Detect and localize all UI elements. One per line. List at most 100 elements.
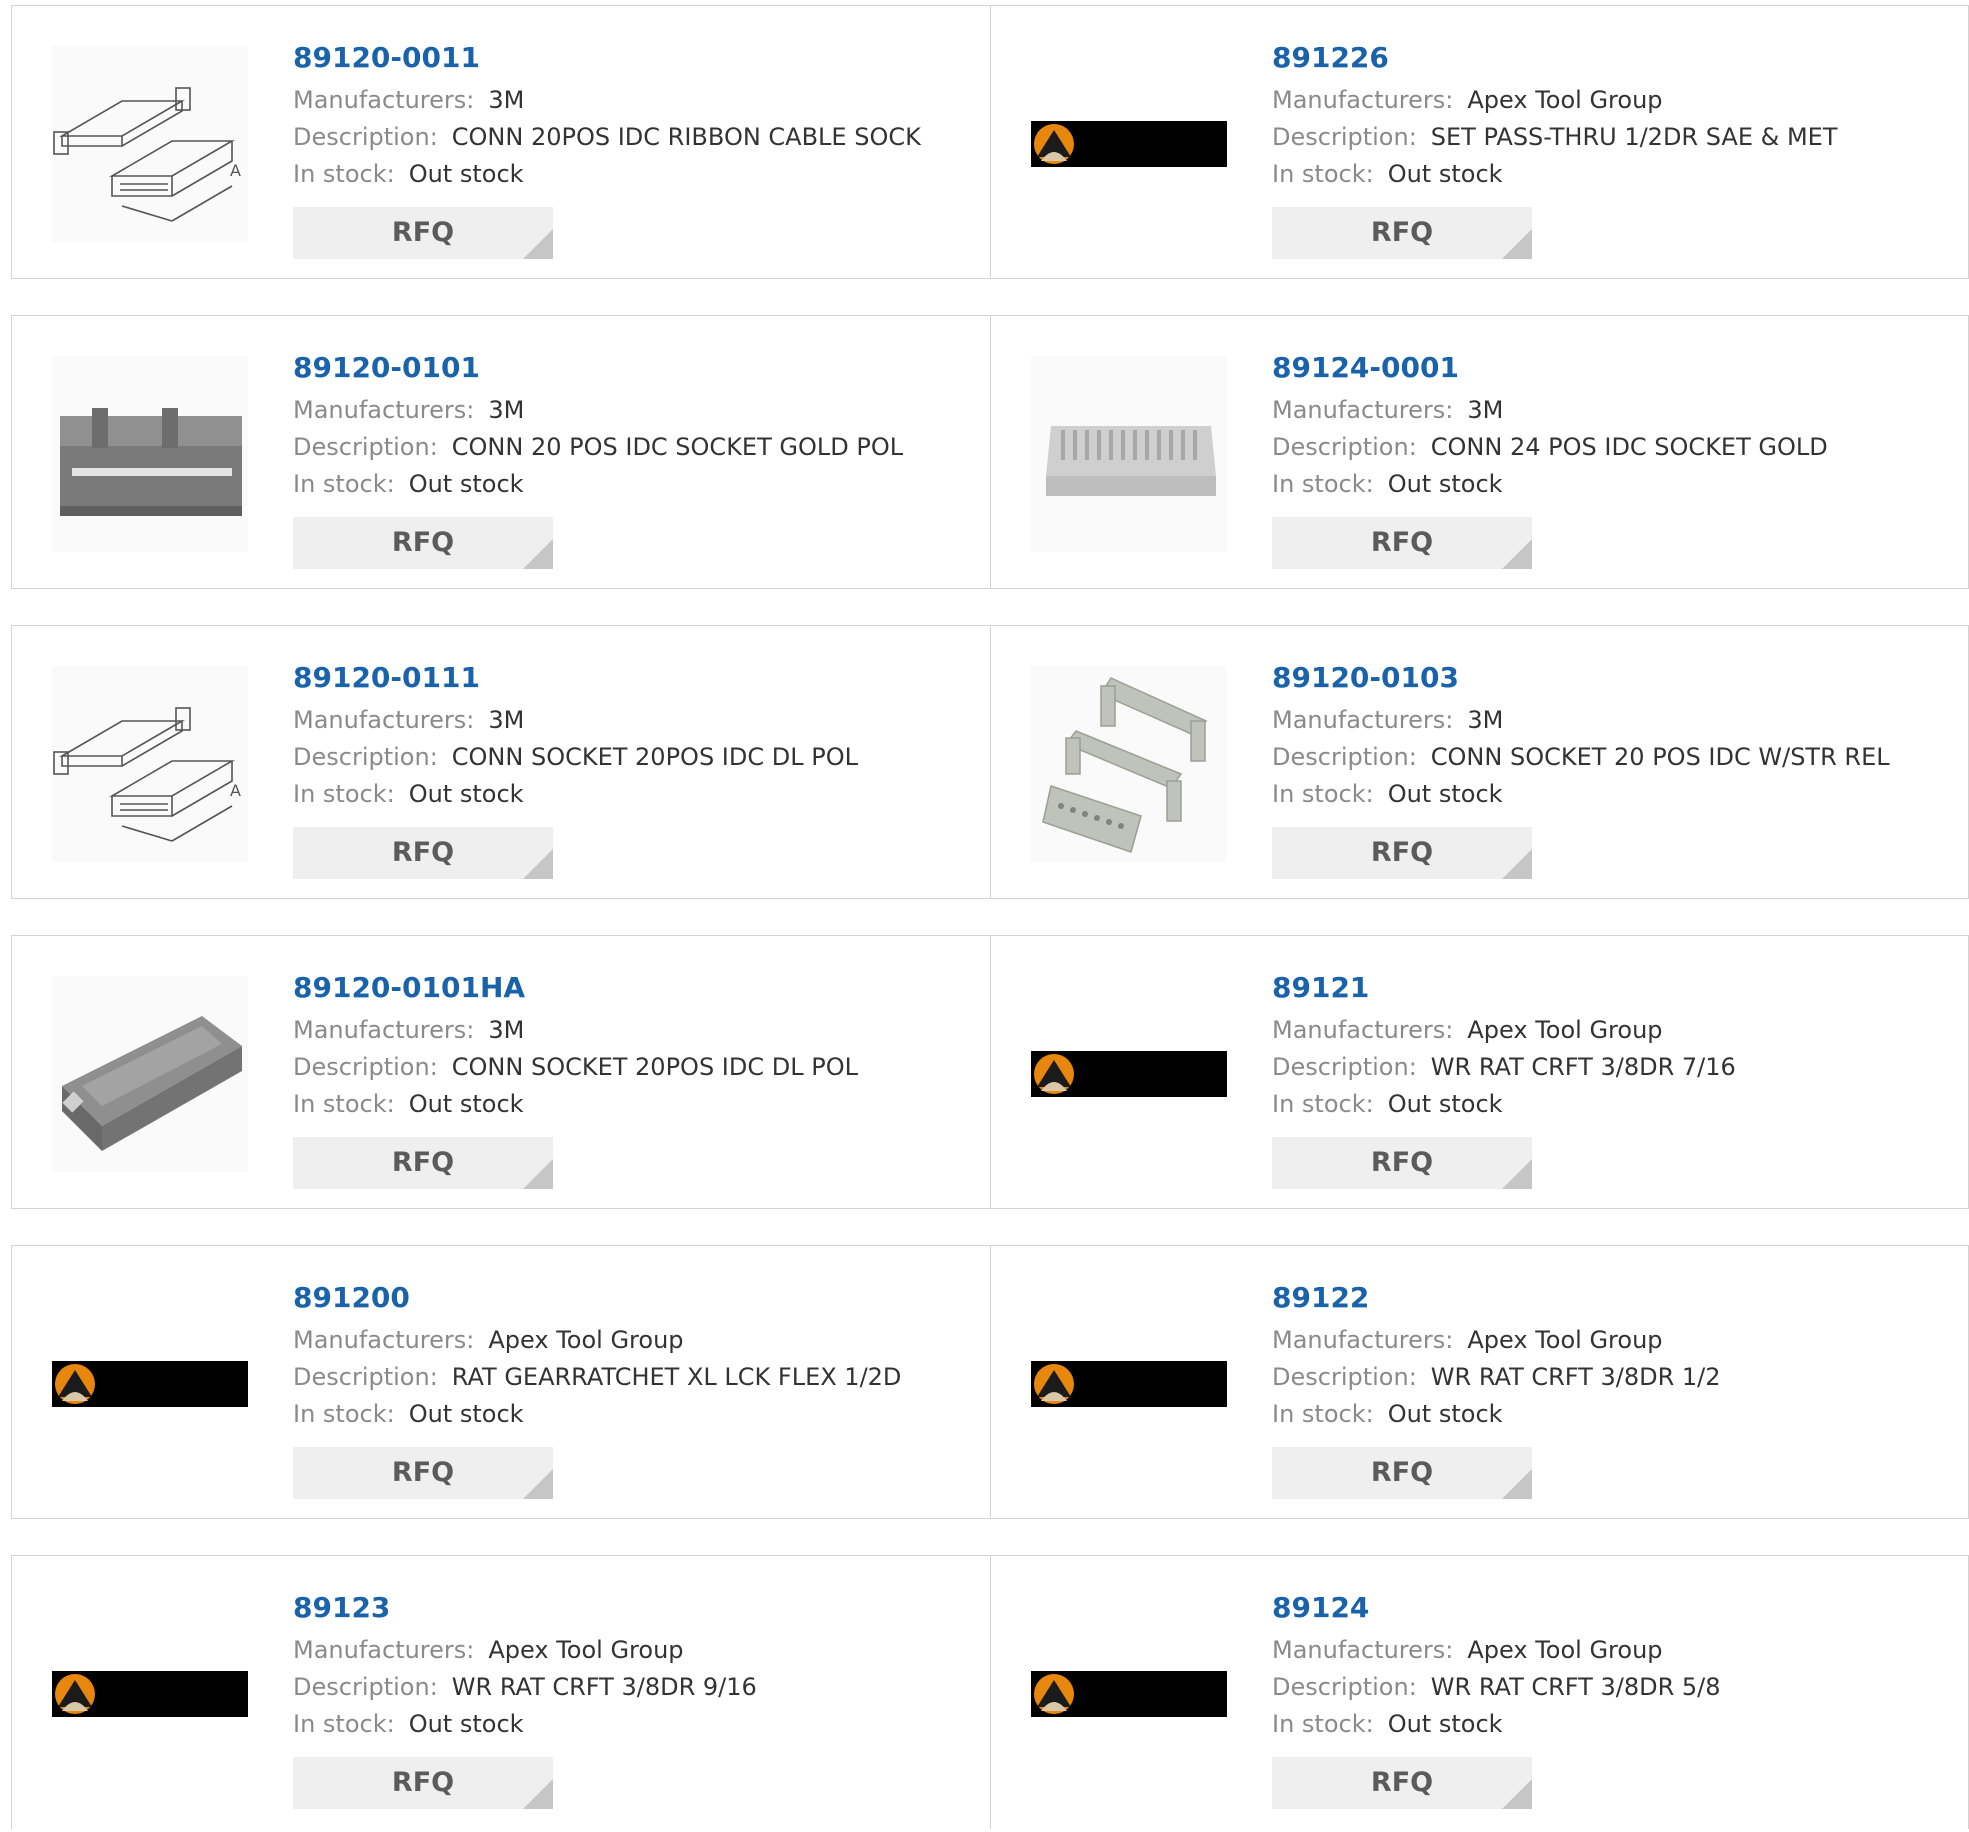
description-value: WR RAT CRFT 3/8DR 5/8 [1430,1673,1721,1701]
product-info: 89120-0111 Manufacturers: 3M Description: CO… [293,658,970,879]
rfq-label: RFQ [1370,837,1434,868]
part-number-link[interactable]: 891226 [1272,38,1949,78]
part-number-link[interactable]: 89122 [1272,1278,1949,1318]
stock-value: Out stock [1387,1400,1503,1428]
product-row: 891200 Manufacturers: Apex Tool Group Descr… [11,1245,1969,1519]
rfq-label: RFQ [391,217,455,248]
stock-line: In stock: Out stock [293,776,970,813]
manufacturer-line: Manufacturers: Apex Tool Group [293,1322,970,1359]
product-image[interactable] [52,666,248,862]
manufacturer-value: Apex Tool Group [1467,86,1663,114]
product-image[interactable] [1031,976,1227,1172]
description-line: Description: RAT GEARRATCHET XL LCK FLEX … [293,1359,970,1396]
rfq-button[interactable]: RFQ [1272,517,1532,569]
description-value: WR RAT CRFT 3/8DR 1/2 [1430,1363,1721,1391]
product-info: 89124 Manufacturers: Apex Tool Group Descri… [1272,1588,1949,1809]
corner-triangle-icon [1502,229,1532,259]
rfq-button[interactable]: RFQ [293,517,553,569]
stock-value: Out stock [408,160,524,188]
part-number-link[interactable]: 89120-0111 [293,658,970,698]
rfq-label: RFQ [391,1147,455,1178]
rfq-button[interactable]: RFQ [293,1757,553,1809]
product-image[interactable] [52,1596,248,1792]
manufacturer-value: Apex Tool Group [1467,1326,1663,1354]
product-image[interactable] [1031,356,1227,552]
rfq-button[interactable]: RFQ [1272,1757,1532,1809]
manufacturer-value: 3M [488,1016,525,1044]
description-label: Description: [293,1363,438,1391]
product-image[interactable] [52,356,248,552]
corner-triangle-icon [1502,849,1532,879]
manufacturer-label: Manufacturers: [293,86,475,114]
rfq-label: RFQ [391,1767,455,1798]
description-label: Description: [1272,123,1417,151]
description-line: Description: WR RAT CRFT 3/8DR 9/16 [293,1669,970,1706]
part-number-link[interactable]: 89120-0011 [293,38,970,78]
stock-line: In stock: Out stock [1272,1706,1949,1743]
rfq-label: RFQ [391,527,455,558]
description-line: Description: CONN SOCKET 20POS IDC DL POL [293,739,970,776]
manufacturer-line: Manufacturers: Apex Tool Group [1272,1012,1949,1049]
stock-label: In stock: [1272,160,1374,188]
product-image[interactable] [52,46,248,242]
stock-label: In stock: [1272,1710,1374,1738]
description-line: Description: CONN 24 POS IDC SOCKET GOLD [1272,429,1949,466]
rfq-button[interactable]: RFQ [1272,1137,1532,1189]
stock-label: In stock: [293,780,395,808]
stock-line: In stock: Out stock [1272,776,1949,813]
corner-triangle-icon [1502,1469,1532,1499]
manufacturer-label: Manufacturers: [1272,1636,1454,1664]
product-grid: 89120-0011 Manufacturers: 3M Description: CO… [0,0,1969,1832]
description-line: Description: WR RAT CRFT 3/8DR 7/16 [1272,1049,1949,1086]
product-image[interactable] [1031,46,1227,242]
manufacturer-value: 3M [488,706,525,734]
description-value: SET PASS-THRU 1/2DR SAE & MET [1430,123,1838,151]
description-value: CONN 20 POS IDC SOCKET GOLD POL [451,433,904,461]
rfq-button[interactable]: RFQ [1272,827,1532,879]
description-label: Description: [293,743,438,771]
description-value: CONN SOCKET 20POS IDC DL POL [451,743,858,771]
rfq-button[interactable]: RFQ [1272,207,1532,259]
rfq-button[interactable]: RFQ [293,1137,553,1189]
part-number-link[interactable]: 89123 [293,1588,970,1628]
part-number-link[interactable]: 89120-0101 [293,348,970,388]
part-number-link[interactable]: 89124-0001 [1272,348,1949,388]
manufacturer-label: Manufacturers: [1272,86,1454,114]
description-value: CONN 24 POS IDC SOCKET GOLD [1430,433,1828,461]
part-number-link[interactable]: 89120-0103 [1272,658,1949,698]
stock-value: Out stock [408,1400,524,1428]
description-line: Description: WR RAT CRFT 3/8DR 1/2 [1272,1359,1949,1396]
product-info: 89121 Manufacturers: Apex Tool Group Descri… [1272,968,1949,1189]
product-image[interactable] [1031,1596,1227,1792]
description-value: WR RAT CRFT 3/8DR 7/16 [1430,1053,1736,1081]
stock-line: In stock: Out stock [293,1396,970,1433]
part-number-link[interactable]: 89120-0101HA [293,968,970,1008]
product-image[interactable] [1031,666,1227,862]
product-info: 891226 Manufacturers: Apex Tool Group Descr… [1272,38,1949,259]
part-number-link[interactable]: 89121 [1272,968,1949,1008]
product-info: 89120-0101 Manufacturers: 3M Description: CO… [293,348,970,569]
manufacturer-line: Manufacturers: 3M [293,392,970,429]
description-value: CONN SOCKET 20 POS IDC W/STR REL [1430,743,1890,771]
rfq-button[interactable]: RFQ [293,1447,553,1499]
rfq-button[interactable]: RFQ [1272,1447,1532,1499]
stock-value: Out stock [408,1090,524,1118]
description-line: Description: SET PASS-THRU 1/2DR SAE & ME… [1272,119,1949,156]
product-card: 89122 Manufacturers: Apex Tool Group Descri… [990,1246,1969,1518]
product-card: 89120-0103 Manufacturers: 3M Description: CO… [990,626,1969,898]
manufacturer-label: Manufacturers: [1272,1326,1454,1354]
product-info: 89124-0001 Manufacturers: 3M Description: CO… [1272,348,1949,569]
product-image[interactable] [52,976,248,1172]
stock-value: Out stock [408,470,524,498]
product-image[interactable] [1031,1286,1227,1482]
stock-label: In stock: [293,1400,395,1428]
stock-label: In stock: [1272,780,1374,808]
part-number-link[interactable]: 891200 [293,1278,970,1318]
manufacturer-value: Apex Tool Group [488,1326,684,1354]
rfq-label: RFQ [391,1457,455,1488]
part-number-link[interactable]: 89124 [1272,1588,1949,1628]
corner-triangle-icon [523,1159,553,1189]
rfq-button[interactable]: RFQ [293,207,553,259]
rfq-button[interactable]: RFQ [293,827,553,879]
product-image[interactable] [52,1286,248,1482]
